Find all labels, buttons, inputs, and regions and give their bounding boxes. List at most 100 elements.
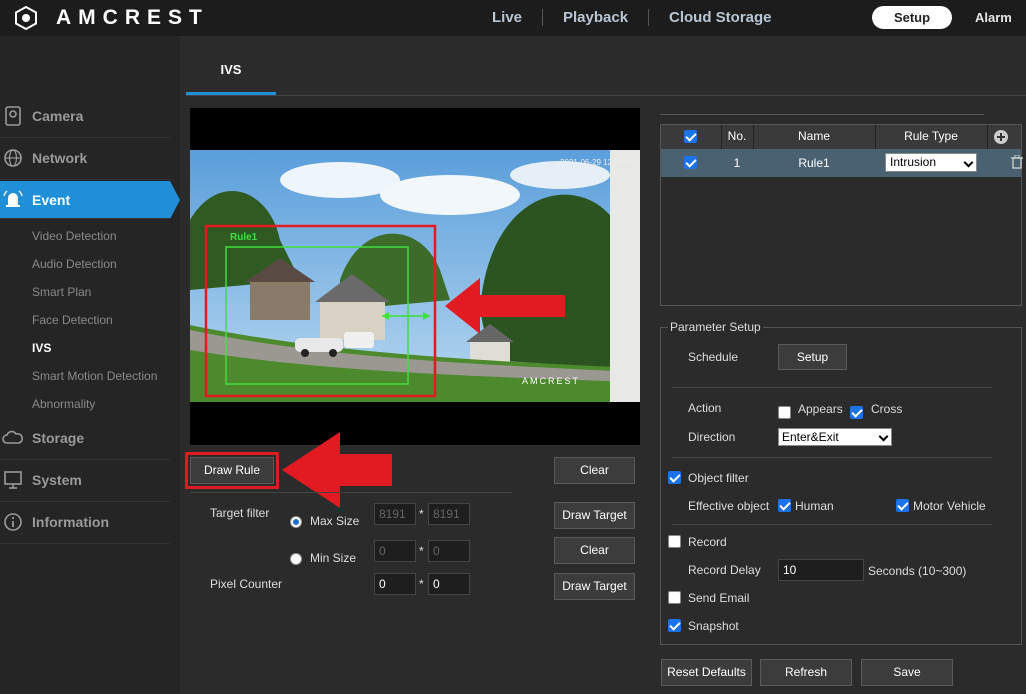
rule-type-select[interactable]: Intrusion [885,153,977,172]
min-size-label: Min Size [310,551,357,565]
schedule-setup-button[interactable]: Setup [778,344,847,370]
amcrest-logo-icon [15,6,37,30]
rule-type-value: Intrusion [890,155,937,169]
pixel-width-field[interactable]: 0 [374,573,416,595]
video-preview[interactable]: Rule1 AMCREST 2021-06-29 12:09:35 [190,108,640,445]
monitor-icon [4,471,22,489]
record-delay-input[interactable]: 10 [778,559,864,581]
send-email-label: Send Email [688,591,750,605]
column-rule-type: Rule Type [904,129,958,143]
table-row[interactable]: 1 Rule1 Intrusion [661,149,1023,177]
camera-icon [5,106,21,126]
sidebar-item-storage[interactable]: Storage [0,418,170,460]
column-name: Name [797,129,830,143]
camera-scene-image [190,150,640,402]
submenu-face-detection[interactable]: Face Detection [32,313,113,327]
max-size-radio[interactable] [290,516,302,528]
motor-vehicle-label: Motor Vehicle [913,499,986,513]
record-checkbox[interactable] [668,535,681,548]
appears-label: Appears [798,402,843,416]
sidebar-item-label: Event [32,192,71,208]
row-checkbox[interactable] [684,156,697,169]
sidebar-item-network[interactable]: Network [0,138,170,180]
clear-target-button[interactable]: Clear [554,537,635,564]
divider [672,457,992,458]
video-timestamp: 2021-06-29 12:09:35 [560,158,635,167]
sidebar-item-system[interactable]: System [0,460,170,502]
divider [672,387,992,388]
draw-rule-button[interactable]: Draw Rule [190,457,274,484]
rule-table: No. Name Rule Type 1 Rule1 Intrusion [660,124,1023,306]
submenu-smart-plan[interactable]: Smart Plan [32,285,91,299]
min-size-radio[interactable] [290,553,302,565]
human-checkbox[interactable] [778,499,791,512]
action-label: Action [688,401,722,415]
nav-alarm[interactable]: Alarm [975,10,1012,25]
row-name: Rule1 [798,156,830,170]
arrow-annotation-icon [282,432,392,508]
cross-checkbox[interactable] [850,406,863,419]
send-email-checkbox[interactable] [668,591,681,604]
reset-defaults-button[interactable]: Reset Defaults [661,659,752,686]
save-button[interactable]: Save [861,659,953,686]
row-no: 1 [733,156,741,170]
sidebar-item-label: Information [32,514,109,530]
brand-name: AMCREST [56,6,209,29]
record-delay-unit: Seconds (10~300) [868,564,967,578]
pixel-height-field[interactable]: 0 [428,573,470,595]
add-rule-icon[interactable] [993,129,1009,145]
nav-playback[interactable]: Playback [563,9,628,26]
clear-rule-button[interactable]: Clear [554,457,635,484]
submenu-smart-motion-detection[interactable]: Smart Motion Detection [32,369,157,383]
draw-target-pixel-button[interactable]: Draw Target [554,573,635,600]
direction-value: Enter&Exit [782,430,839,444]
times-sign: * [419,577,424,591]
times-sign: * [419,544,424,558]
sidebar-item-label: Network [32,150,88,166]
times-sign: * [419,507,424,521]
select-all-checkbox[interactable] [684,130,697,143]
min-width-field[interactable]: 0 [374,540,416,562]
min-height-field[interactable]: 0 [428,540,470,562]
motor-vehicle-checkbox[interactable] [896,499,909,512]
submenu-audio-detection[interactable]: Audio Detection [32,257,117,271]
max-width-field[interactable]: 8191 [374,503,416,525]
direction-select[interactable]: Enter&Exit [778,428,892,446]
sidebar-item-camera[interactable]: Camera [0,96,170,138]
divider [672,524,992,525]
target-filter-label: Target filter [210,506,270,520]
cross-label: Cross [871,402,903,416]
column-no: No. [727,129,747,143]
object-filter-checkbox[interactable] [668,471,681,484]
submenu-ivs[interactable]: IVS [32,341,51,355]
divider [660,114,984,115]
rule-overlay-label: Rule1 [230,232,258,243]
sidebar-item-information[interactable]: Information [0,502,170,544]
max-height-field[interactable]: 8191 [428,503,470,525]
object-filter-label: Object filter [688,471,749,485]
delete-icon[interactable] [1011,155,1023,169]
record-label: Record [688,535,727,549]
sidebar-item-event[interactable]: Event [0,181,170,219]
nav-live[interactable]: Live [492,9,522,26]
snapshot-label: Snapshot [688,619,739,633]
tab-ivs[interactable]: IVS [186,50,276,95]
appears-checkbox[interactable] [778,406,791,419]
snapshot-checkbox[interactable] [668,619,681,632]
column-separator [987,125,988,149]
alarm-bell-icon [3,190,23,207]
pixel-counter-label: Pixel Counter [210,577,283,591]
refresh-button[interactable]: Refresh [760,659,852,686]
globe-icon [4,149,22,167]
active-indicator [170,181,180,219]
record-delay-label: Record Delay [688,563,761,577]
info-icon [4,513,22,531]
submenu-abnormality[interactable]: Abnormality [32,397,95,411]
cloud-icon [2,430,23,444]
sidebar-item-label: System [32,472,82,488]
submenu-video-detection[interactable]: Video Detection [32,229,117,243]
nav-cloud-storage[interactable]: Cloud Storage [669,9,772,26]
draw-target-max-button[interactable]: Draw Target [554,502,635,529]
nav-setup[interactable]: Setup [872,6,952,29]
direction-label: Direction [688,430,736,444]
